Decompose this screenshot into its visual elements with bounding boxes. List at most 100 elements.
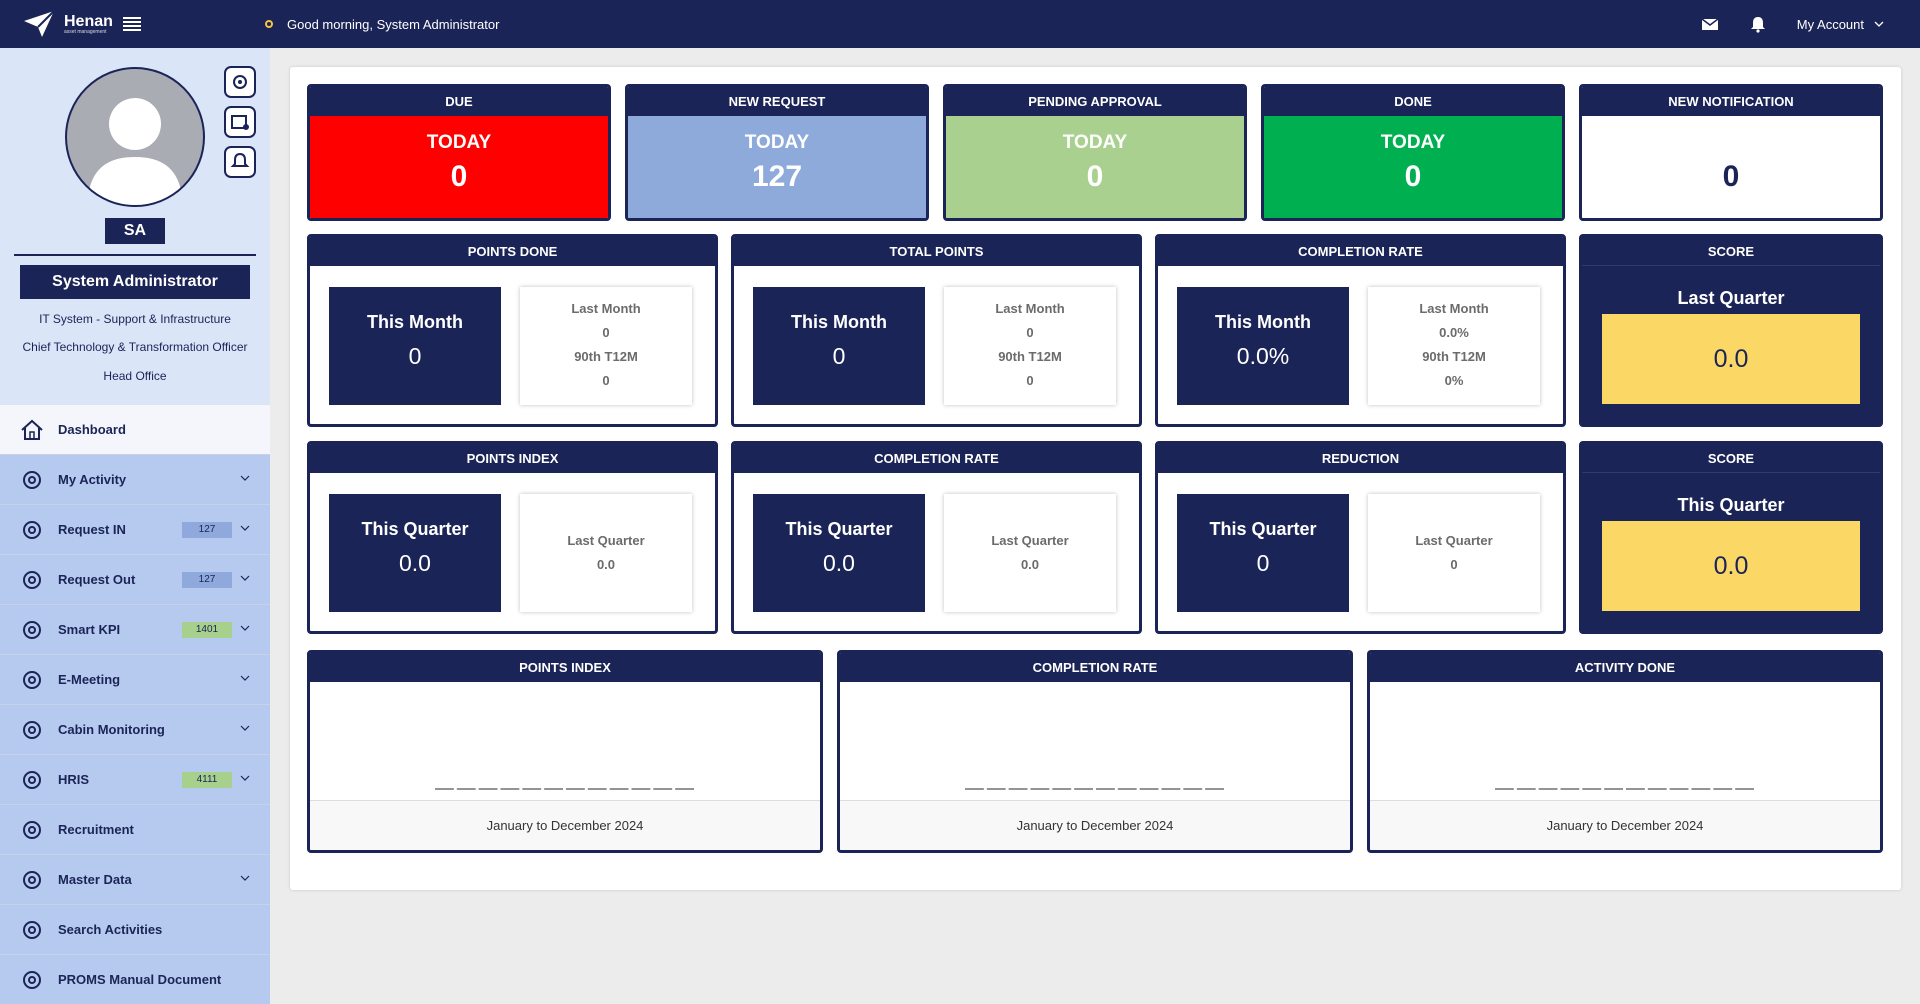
- sidebar-item-hris[interactable]: HRIS 4111: [0, 755, 270, 805]
- profile-settings-icon[interactable]: [224, 66, 256, 98]
- count-badge: 127: [182, 572, 232, 588]
- previous-period-box[interactable]: Last Month 0 90th T12M 0: [944, 287, 1116, 405]
- sidebar-item-label: Smart KPI: [58, 622, 121, 637]
- current-period-box[interactable]: This Quarter 0.0: [329, 494, 501, 612]
- sidebar-item-request-in[interactable]: Request IN 127: [0, 505, 270, 555]
- hamburger-menu-icon[interactable]: [122, 16, 143, 32]
- current-period-box[interactable]: This Month 0: [753, 287, 925, 405]
- current-period-box[interactable]: This Quarter 0: [1177, 494, 1349, 612]
- profile-edit-icon[interactable]: [224, 106, 256, 138]
- previous-period-box[interactable]: Last Quarter 0.0: [520, 494, 692, 612]
- previous-period-box[interactable]: Last Month 0.0% 90th T12M 0%: [1368, 287, 1540, 405]
- gear-icon: [23, 770, 41, 789]
- gear-icon: [23, 920, 41, 939]
- card-title: POINTS DONE: [310, 237, 715, 266]
- chevron-down-icon: [240, 575, 250, 581]
- chart-footer: January to December 2024: [840, 800, 1350, 850]
- score-value: 0.0: [1602, 521, 1860, 611]
- score-value: 0.0: [1602, 314, 1860, 404]
- current-period-label: This Quarter: [785, 519, 893, 539]
- sidebar-item-label: Master Data: [58, 872, 132, 887]
- current-period-box[interactable]: This Quarter 0.0: [753, 494, 925, 612]
- stat-card-pending-approval[interactable]: PENDING APPROVAL TODAY 0: [943, 84, 1247, 221]
- current-period-label: This Quarter: [1209, 519, 1317, 539]
- stat-card-new-request[interactable]: NEW REQUEST TODAY 127: [625, 84, 929, 221]
- profile-panel: SA System Administrator IT System - Supp…: [0, 48, 270, 405]
- sidebar-item-my-activity[interactable]: My Activity: [0, 455, 270, 505]
- sidebar-item-request-out[interactable]: Request Out 127: [0, 555, 270, 605]
- recruitment-icon: [23, 820, 41, 839]
- previous-period-line: Last Quarter: [567, 533, 645, 548]
- stat-value: 0: [1722, 160, 1740, 193]
- current-period-value: 0.0: [399, 550, 431, 576]
- sidebar-item-label: Cabin Monitoring: [58, 722, 165, 737]
- card-title: COMPLETION RATE: [840, 653, 1350, 682]
- chart-footer: January to December 2024: [310, 800, 820, 850]
- bell-icon[interactable]: [1749, 15, 1767, 33]
- stat-card-due[interactable]: DUE TODAY 0: [307, 84, 611, 221]
- score-card: SCORE Last Quarter 0.0: [1579, 234, 1883, 427]
- card-title: COMPLETION RATE: [734, 444, 1139, 473]
- chevron-down-icon: [240, 775, 250, 781]
- sidebar-item-smart-kpi[interactable]: Smart KPI 1401: [0, 605, 270, 655]
- chart-card-points-index: POINTS INDEX January to December 2024: [307, 650, 823, 853]
- count-badge: 4111: [182, 772, 232, 788]
- chevron-down-icon: [240, 625, 250, 631]
- current-period-value: 0: [832, 343, 846, 369]
- profile-notify-icon[interactable]: [224, 146, 256, 178]
- current-period-box[interactable]: This Month 0.0%: [1177, 287, 1349, 405]
- folder-icon: [23, 870, 41, 889]
- chart-card-completion-rate: COMPLETION RATE January to December 2024: [837, 650, 1353, 853]
- chevron-down-icon: [240, 475, 250, 481]
- previous-period-line: Last Month: [1419, 301, 1489, 316]
- stat-card-new-notification[interactable]: NEW NOTIFICATION 0: [1579, 84, 1883, 221]
- brand-subtitle: asset management: [64, 28, 107, 35]
- chart-footer: January to December 2024: [1370, 800, 1880, 850]
- card-title: NEW REQUEST: [628, 87, 926, 116]
- sidebar-item-label: Request Out: [58, 572, 136, 587]
- stat-card-done[interactable]: DONE TODAY 0: [1261, 84, 1565, 221]
- gear-icon: [23, 970, 41, 989]
- stat-value: 0: [450, 160, 468, 193]
- chevron-down-icon: [240, 725, 250, 731]
- brand-logo[interactable]: Henan asset management: [0, 9, 225, 39]
- metric-card-points-done: POINTS DONE This Month 0 Last Month 0 90th T1…: [307, 234, 718, 427]
- sidebar-item-recruitment[interactable]: Recruitment: [0, 805, 270, 855]
- top-bar: Henan asset management Good morning, Sys…: [0, 0, 1920, 48]
- user-department: IT System - Support & Infrastructure: [39, 312, 231, 326]
- meeting-icon: [23, 670, 41, 689]
- monitor-icon: [23, 720, 41, 739]
- mail-icon[interactable]: [1701, 15, 1719, 33]
- previous-period-box[interactable]: Last Quarter 0.0: [944, 494, 1116, 612]
- request-out-icon: [23, 570, 41, 589]
- previous-period-line: 0: [602, 325, 610, 340]
- current-period-value: 0: [1256, 550, 1270, 576]
- sidebar-item-master-data[interactable]: Master Data: [0, 855, 270, 905]
- sidebar-item-search-activities[interactable]: Search Activities: [0, 905, 270, 955]
- sidebar-item-cabin-monitoring[interactable]: Cabin Monitoring: [0, 705, 270, 755]
- previous-period-line: 90th T12M: [998, 349, 1062, 364]
- current-period-label: This Quarter: [361, 519, 469, 539]
- card-title: SCORE: [1582, 237, 1880, 266]
- sidebar-item-label: Recruitment: [58, 822, 134, 837]
- previous-period-box[interactable]: Last Quarter 0: [1368, 494, 1540, 612]
- stat-value: 0: [1086, 160, 1104, 193]
- previous-period-line: 90th T12M: [1422, 349, 1486, 364]
- metric-card-points-index: POINTS INDEX This Quarter 0.0 Last Quarter 0…: [307, 441, 718, 634]
- sidebar-item-dashboard[interactable]: Dashboard: [0, 405, 270, 455]
- sidebar-item-e-meeting[interactable]: E-Meeting: [0, 655, 270, 705]
- card-title: NEW NOTIFICATION: [1582, 87, 1880, 116]
- previous-period-line: 0.0%: [1439, 325, 1469, 340]
- previous-period-line: Last Quarter: [991, 533, 1069, 548]
- card-title: SCORE: [1582, 444, 1880, 473]
- stat-body: 0: [1582, 116, 1880, 218]
- stat-label: TODAY: [426, 132, 492, 153]
- my-account-menu[interactable]: My Account: [1797, 17, 1884, 32]
- greeting: Good morning, System Administrator: [265, 17, 499, 32]
- user-title: Chief Technology & Transformation Office…: [22, 340, 248, 354]
- card-title: DONE: [1264, 87, 1562, 116]
- previous-period-box[interactable]: Last Month 0 90th T12M 0: [520, 287, 692, 405]
- current-period-box[interactable]: This Month 0: [329, 287, 501, 405]
- sidebar-item-proms-manual-document[interactable]: PROMS Manual Document: [0, 955, 270, 1004]
- score-period-label: Last Quarter: [1677, 288, 1785, 308]
